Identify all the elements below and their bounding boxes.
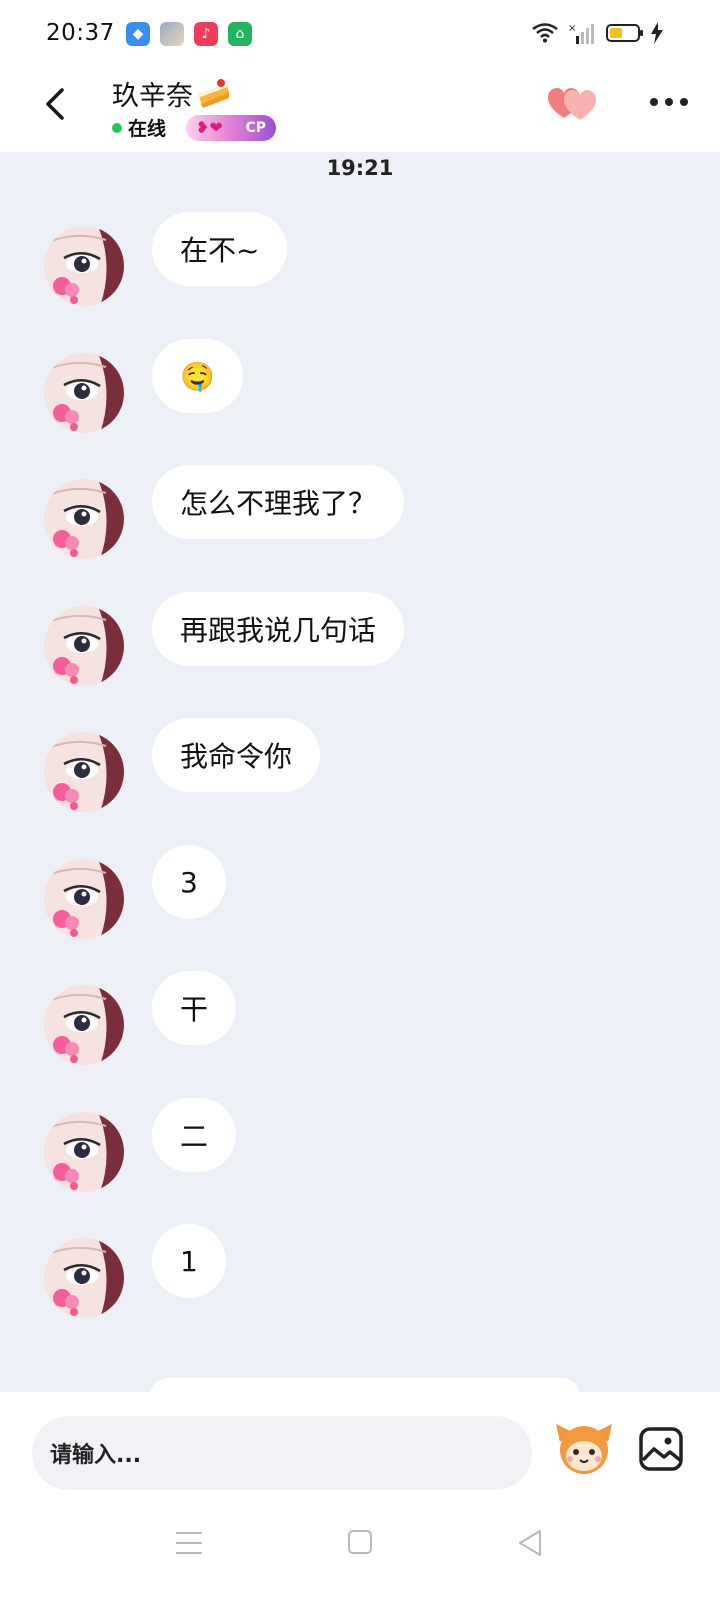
- menu-line-icon: [176, 1552, 202, 1554]
- chevron-left-icon: [46, 88, 64, 120]
- recents-button[interactable]: [176, 1532, 202, 1554]
- double-heart-icon: [548, 88, 596, 120]
- intimacy-button[interactable]: [546, 84, 600, 124]
- contact-avatar[interactable]: [44, 985, 124, 1065]
- online-status: 在线 ❥❤ CP: [112, 114, 277, 141]
- more-dot-icon: [680, 98, 688, 106]
- signal-icon: ×: [568, 23, 594, 44]
- system-indicators: ×: [532, 22, 664, 44]
- message-timestamp: 19:21: [326, 156, 394, 180]
- heart-wings-icon: ❥❤: [196, 117, 223, 137]
- status-bar: 20:37 ◆ ♪ ⌂ ×: [0, 0, 720, 70]
- battery-icon: [606, 24, 643, 42]
- more-dot-icon: [665, 98, 673, 106]
- contact-avatar[interactable]: [44, 859, 124, 939]
- back-button[interactable]: [36, 84, 76, 124]
- store-app-icon: ⌂: [228, 22, 252, 46]
- message-row: 1: [44, 1224, 226, 1324]
- message-row: 我命令你: [44, 718, 321, 818]
- contact-name-row[interactable]: 玖辛奈: [112, 74, 231, 113]
- message-bubble[interactable]: 二: [152, 1098, 237, 1172]
- more-options-button[interactable]: [650, 90, 690, 114]
- message-row: 3: [44, 845, 226, 945]
- cp-badge-label: CP: [245, 119, 267, 136]
- contact-name: 玖辛奈: [112, 81, 193, 112]
- image-button[interactable]: [638, 1426, 684, 1472]
- message-row: 怎么不理我了？: [44, 465, 405, 565]
- triangle-back-icon: [519, 1530, 541, 1556]
- anime-app-icon: [160, 22, 184, 46]
- message-row: 干: [44, 971, 237, 1071]
- message-row: 二: [44, 1098, 237, 1198]
- more-dot-icon: [650, 98, 658, 106]
- online-dot: [112, 122, 122, 133]
- sticker-button[interactable]: [554, 1418, 614, 1478]
- contact-avatar[interactable]: [44, 1238, 124, 1318]
- contact-avatar[interactable]: [44, 606, 124, 686]
- message-bubble[interactable]: 在不~: [152, 212, 288, 286]
- message-bubble[interactable]: 1: [152, 1224, 226, 1298]
- contact-avatar[interactable]: [44, 479, 124, 559]
- online-status-text: 在线: [128, 118, 167, 140]
- wifi-icon: [532, 23, 558, 43]
- message-row: 在不~: [44, 212, 288, 312]
- contact-avatar[interactable]: [44, 353, 124, 433]
- charging-icon: [651, 22, 663, 44]
- browser-icon: ◆: [126, 22, 150, 46]
- image-icon: [639, 1427, 683, 1471]
- message-bubble[interactable]: 怎么不理我了？: [152, 465, 405, 539]
- message-input[interactable]: 请输入...: [32, 1416, 532, 1490]
- message-row: 🤤: [44, 339, 243, 439]
- message-bubble[interactable]: 3: [152, 845, 226, 919]
- music-app-icon: ♪: [194, 22, 218, 46]
- menu-line-icon: [176, 1542, 202, 1544]
- message-bubble[interactable]: 我命令你: [152, 718, 321, 792]
- message-bubble[interactable]: 干: [152, 971, 237, 1045]
- mascot-face-icon: [556, 1424, 612, 1474]
- nav-back-button[interactable]: [516, 1528, 546, 1558]
- status-time: 20:37: [46, 20, 115, 46]
- cake-icon: [199, 78, 229, 108]
- notification-icons: ◆ ♪ ⌂: [126, 22, 252, 46]
- menu-line-icon: [176, 1532, 202, 1534]
- message-bubble[interactable]: 再跟我说几句话: [152, 592, 405, 666]
- message-row: 再跟我说几句话: [44, 592, 405, 692]
- system-nav-bar: [0, 1512, 720, 1600]
- message-bubble[interactable]: 🤤: [152, 339, 243, 413]
- contact-avatar[interactable]: [44, 732, 124, 812]
- contact-avatar[interactable]: [44, 226, 124, 306]
- svg-text:×: ×: [568, 23, 576, 34]
- contact-avatar[interactable]: [44, 1112, 124, 1192]
- chat-header: 玖辛奈 在线 ❥❤ CP: [0, 70, 720, 152]
- home-button[interactable]: [348, 1530, 372, 1554]
- cp-badge[interactable]: ❥❤ CP: [186, 114, 277, 141]
